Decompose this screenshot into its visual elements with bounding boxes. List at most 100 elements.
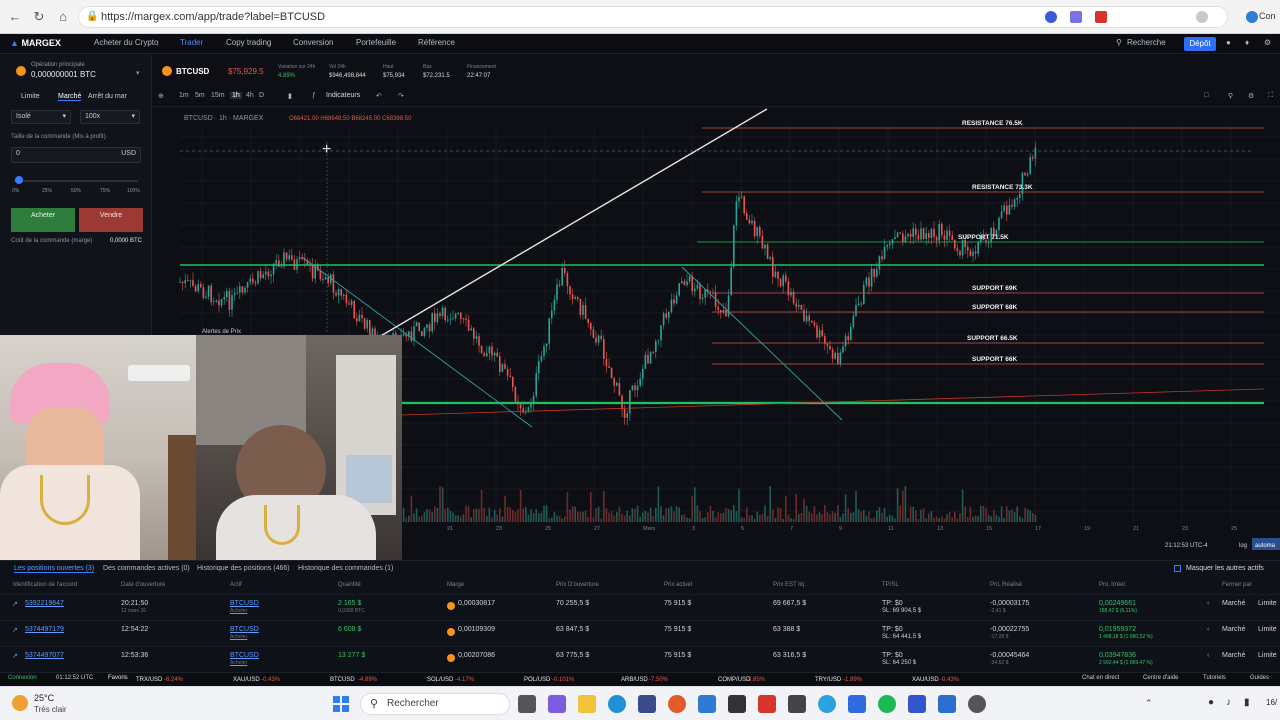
tutorials-link[interactable]: Tutoriels xyxy=(1203,675,1226,681)
tf-5m[interactable]: 5m xyxy=(195,92,205,99)
table-row[interactable]: ↗ 5392219647 20:21:50 12 mars 26 BTCUSD Ac… xyxy=(0,594,1280,620)
sell-button[interactable]: Vendre xyxy=(79,208,143,232)
extension-icon[interactable] xyxy=(1045,11,1057,23)
guides-link[interactable]: Guides xyxy=(1250,675,1269,681)
leverage-select[interactable]: 100x ▾ xyxy=(80,110,140,124)
share-icon[interactable]: ‹ xyxy=(1207,626,1209,633)
tf-1m[interactable]: 1m xyxy=(179,92,189,99)
app-icon[interactable] xyxy=(788,695,806,713)
close-market-button[interactable]: Marché xyxy=(1222,626,1245,633)
account-balance[interactable]: 0,000000001 BTC xyxy=(31,70,96,79)
nav-search[interactable]: Recherche xyxy=(1127,38,1166,47)
tab-market[interactable]: Marché xyxy=(58,93,82,101)
margin-mode-select[interactable]: Isolé ▾ xyxy=(11,110,71,124)
back-icon[interactable]: ← xyxy=(6,8,24,26)
spotify-icon[interactable] xyxy=(878,695,896,713)
share-icon[interactable]: ‹ xyxy=(1207,652,1209,659)
nav-buy-crypto[interactable]: Acheter du Crypto xyxy=(94,38,158,47)
explorer-icon[interactable] xyxy=(578,695,596,713)
volume-icon[interactable]: ♪ xyxy=(1226,697,1231,708)
tab-position-history[interactable]: Historique des positions (466) xyxy=(197,565,290,572)
buy-button[interactable]: Acheter xyxy=(11,208,75,232)
slider-handle[interactable] xyxy=(15,176,23,184)
asset-link[interactable]: BTCUSD Acheter xyxy=(230,626,259,640)
expand-icon[interactable]: ↗ xyxy=(12,600,18,608)
copilot-icon[interactable] xyxy=(1246,11,1258,23)
hide-assets-checkbox[interactable] xyxy=(1174,565,1181,572)
size-slider[interactable] xyxy=(14,180,138,182)
chevron-down-icon[interactable]: ▾ xyxy=(136,69,140,77)
reload-icon[interactable]: ↻ xyxy=(30,8,48,26)
taskview-icon[interactable] xyxy=(518,695,536,713)
nav-conversion[interactable]: Conversion xyxy=(293,38,333,47)
ticker-symbol[interactable]: BTCUSD xyxy=(330,677,355,683)
app-icon[interactable] xyxy=(938,695,956,713)
tf-15m[interactable]: 15m xyxy=(211,92,225,99)
expand-icon[interactable]: ↗ xyxy=(12,652,18,660)
ticker-symbol[interactable]: POL/USD xyxy=(524,677,550,683)
ticker-symbol[interactable]: SOL/USD xyxy=(427,677,453,683)
asset-link[interactable]: BTCUSD Acheter xyxy=(230,652,259,666)
wifi-icon[interactable]: ● xyxy=(1208,697,1214,708)
symbol-selector[interactable]: BTCUSD xyxy=(176,67,209,76)
app-icon[interactable] xyxy=(728,695,746,713)
settings-icon[interactable]: ⚙ xyxy=(1264,38,1271,47)
app-icon[interactable] xyxy=(848,695,866,713)
bell-icon[interactable]: ♦ xyxy=(1245,38,1249,47)
telegram-icon[interactable] xyxy=(818,695,836,713)
clock[interactable]: 16/ xyxy=(1266,698,1277,707)
position-id[interactable]: 5374497077 xyxy=(25,652,64,659)
app-icon[interactable] xyxy=(908,695,926,713)
table-row[interactable]: ↗ 5374497179 12:54:22 BTCUSD Acheter 6 60… xyxy=(0,620,1280,646)
app-icon[interactable] xyxy=(968,695,986,713)
undo-icon[interactable]: ↶ xyxy=(376,92,382,100)
search-icon[interactable]: ⚲ xyxy=(1116,38,1122,47)
profile-icon[interactable]: ● xyxy=(1226,38,1231,47)
add-icon[interactable]: ⊕ xyxy=(158,92,164,100)
nav-portfolio[interactable]: Portefeuille xyxy=(356,38,396,47)
taskbar-search[interactable]: ⚲ Rechercher xyxy=(360,693,510,715)
ticker-symbol[interactable]: TRY/USD xyxy=(815,677,841,683)
tp-sl[interactable]: TP: $0 SL: 64 250 $ xyxy=(882,652,916,666)
asset-link[interactable]: BTCUSD Acheter xyxy=(230,600,259,614)
tab-stop-market[interactable]: Arrêt du mar xyxy=(88,93,127,100)
extension-icon[interactable] xyxy=(1070,11,1082,23)
tf-4h[interactable]: 4h xyxy=(246,92,254,99)
tab-active-orders[interactable]: Des commandes actives (0) xyxy=(103,565,190,572)
fullscreen-icon[interactable]: ⛶ xyxy=(1268,92,1273,100)
ticker-symbol[interactable]: XAU/USD xyxy=(233,677,260,683)
ticker-symbol[interactable]: TRX/USD xyxy=(136,677,162,683)
settings-icon[interactable]: ⚙ xyxy=(1248,92,1254,100)
battery-icon[interactable]: ▮ xyxy=(1244,697,1250,708)
position-id[interactable]: 5392219647 xyxy=(25,600,64,607)
tp-sl[interactable]: TP: $0 SL: 69 904,5 $ xyxy=(882,600,921,614)
indicators-icon[interactable]: ƒ xyxy=(312,92,316,99)
extension-icon[interactable] xyxy=(1095,11,1107,23)
windows-start-icon[interactable] xyxy=(333,696,349,712)
nav-copy-trading[interactable]: Copy trading xyxy=(226,38,271,47)
tf-d[interactable]: D xyxy=(259,92,264,99)
tab-limit[interactable]: Limite xyxy=(21,93,40,100)
weather-temp[interactable]: 25°C xyxy=(34,693,54,703)
close-limit-button[interactable]: Limite xyxy=(1258,600,1277,607)
weather-icon[interactable] xyxy=(12,695,28,711)
indicators-button[interactable]: Indicateurs xyxy=(326,92,360,99)
table-row[interactable]: ↗ 5374497077 12:53:36 BTCUSD Acheter 13 2… xyxy=(0,646,1280,672)
close-limit-button[interactable]: Limite xyxy=(1258,652,1277,659)
app-icon[interactable] xyxy=(698,695,716,713)
favorites-button[interactable]: Favoris xyxy=(108,675,128,681)
avatar[interactable] xyxy=(1196,11,1208,23)
candles-icon[interactable]: ▮ xyxy=(288,92,292,100)
tf-1h[interactable]: 1h xyxy=(230,92,242,99)
app-icon[interactable] xyxy=(758,695,776,713)
search-icon[interactable]: ⚲ xyxy=(1228,92,1233,100)
margex-logo[interactable]: ▲ MARGEX xyxy=(10,38,61,48)
firefox-icon[interactable] xyxy=(668,695,686,713)
tab-open-positions[interactable]: Les positions ouvertes (3) xyxy=(14,565,95,573)
layout-icon[interactable]: □ xyxy=(1204,92,1208,99)
home-icon[interactable]: ⌂ xyxy=(54,8,72,26)
app-icon[interactable] xyxy=(638,695,656,713)
deposit-button[interactable]: Dépôt xyxy=(1184,37,1216,51)
close-market-button[interactable]: Marché xyxy=(1222,652,1245,659)
close-market-button[interactable]: Marché xyxy=(1222,600,1245,607)
